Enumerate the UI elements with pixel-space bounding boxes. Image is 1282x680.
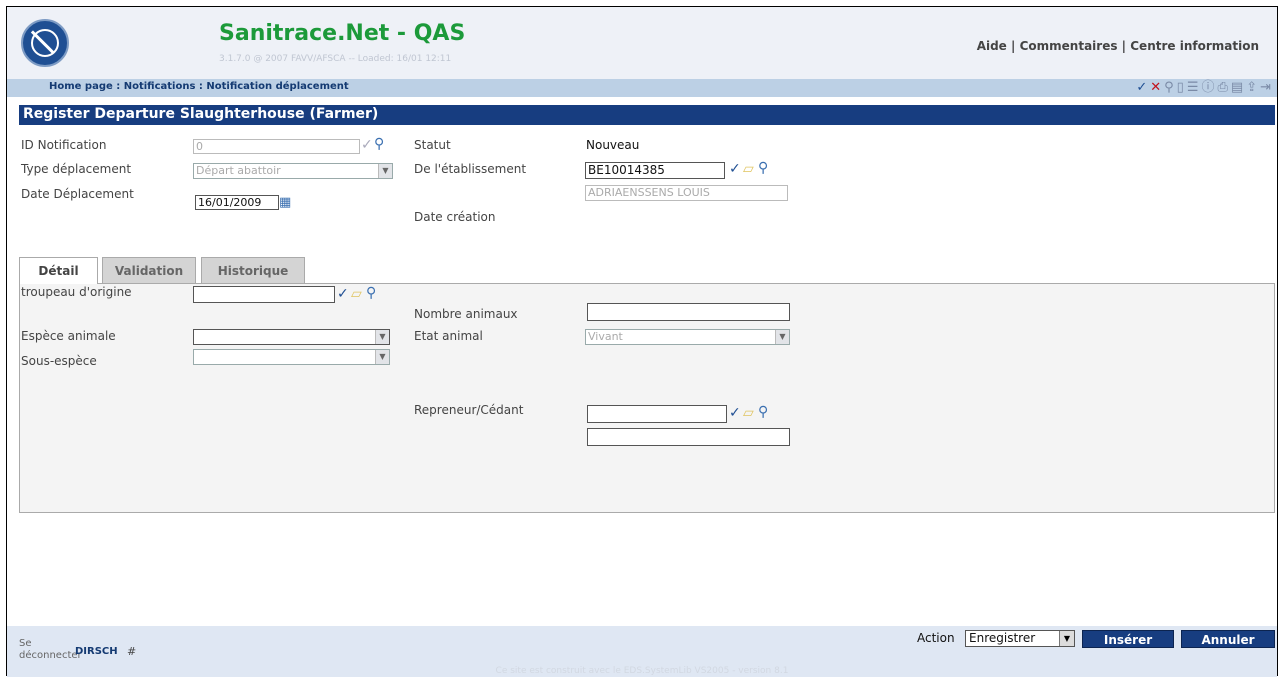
- tab-validation[interactable]: Validation: [102, 257, 196, 283]
- type-deplacement-label: Type déplacement: [21, 162, 132, 176]
- username: DIRSCH: [75, 646, 118, 657]
- action-select[interactable]: Enregistrer ▼: [965, 630, 1075, 647]
- footer-credit: Ce site est construit avec le EDS.System…: [495, 666, 789, 676]
- search-icon[interactable]: ⚲: [1164, 80, 1174, 96]
- chevron-down-icon: ▼: [375, 350, 389, 364]
- validate-repreneur-icon[interactable]: ✓: [729, 405, 741, 421]
- search-troupeau-icon[interactable]: ⚲: [366, 285, 376, 301]
- date-creation-label: Date création: [414, 210, 496, 224]
- info-center-link[interactable]: Centre information: [1130, 39, 1259, 53]
- app-header: Sanitrace.Net - QAS 3.1.7.0 @ 2007 FAVV/…: [7, 7, 1277, 79]
- folder-icon[interactable]: ▱: [743, 161, 754, 177]
- app-title: Sanitrace.Net - QAS: [219, 21, 466, 46]
- document-icon[interactable]: ▯: [1177, 80, 1184, 96]
- type-deplacement-select[interactable]: Départ abattoir ▼: [193, 163, 393, 179]
- chevron-down-icon: ▼: [1059, 631, 1074, 646]
- insert-button[interactable]: Insérer: [1082, 630, 1174, 648]
- repreneur-label: Repreneur/Cédant: [414, 403, 524, 417]
- troupeau-label: troupeau d'origine: [21, 285, 132, 299]
- chevron-down-icon: ▼: [375, 330, 389, 344]
- troupeau-field[interactable]: [193, 286, 335, 303]
- toolbar: ✓ ✕ ⚲ ▯ ☰ ⓘ ⎙ ▤ ⇪ ⇥: [1136, 80, 1271, 96]
- export-icon[interactable]: ⇪: [1246, 80, 1257, 96]
- type-deplacement-value: Départ abattoir: [196, 164, 281, 177]
- id-notification-field[interactable]: 0: [193, 139, 360, 154]
- sous-espece-select[interactable]: ▼: [193, 349, 390, 365]
- exit-icon[interactable]: ⇥: [1260, 80, 1271, 96]
- validate-etablissement-icon[interactable]: ✓: [729, 161, 741, 177]
- tab-detail[interactable]: Détail: [19, 257, 98, 284]
- nombre-animaux-field[interactable]: [587, 303, 790, 321]
- search-etablissement-icon[interactable]: ⚲: [758, 160, 768, 176]
- validate-troupeau-icon[interactable]: ✓: [337, 286, 349, 302]
- search-repreneur-icon[interactable]: ⚲: [758, 404, 768, 420]
- save-icon[interactable]: ▤: [1231, 80, 1243, 96]
- action-label: Action: [917, 631, 955, 645]
- chevron-down-icon: ▼: [775, 330, 789, 344]
- etablissement-field[interactable]: BE10014385: [585, 162, 725, 179]
- application-window: Sanitrace.Net - QAS 3.1.7.0 @ 2007 FAVV/…: [6, 6, 1278, 677]
- repreneur-field[interactable]: [587, 405, 727, 423]
- print-icon[interactable]: ⎙: [1217, 80, 1227, 96]
- search-id-icon[interactable]: ⚲: [374, 136, 384, 152]
- breadcrumb-bar: Home page : Notifications : Notification…: [7, 79, 1277, 97]
- breadcrumb[interactable]: Home page : Notifications : Notification…: [49, 81, 349, 92]
- etat-animal-select[interactable]: Vivant ▼: [585, 329, 790, 345]
- espece-label: Espèce animale: [21, 329, 116, 343]
- etat-animal-value: Vivant: [588, 330, 623, 343]
- statut-label: Statut: [414, 138, 451, 152]
- hash-link[interactable]: #: [127, 645, 136, 658]
- statut-value: Nouveau: [586, 138, 640, 152]
- validate-id-icon[interactable]: ✓: [361, 137, 373, 153]
- folder-icon[interactable]: ▱: [351, 286, 362, 302]
- sanitrace-logo: [21, 19, 69, 67]
- action-value: Enregistrer: [969, 631, 1036, 645]
- link-separator: |: [1011, 39, 1016, 53]
- top-links: Aide | Commentaires | Centre information: [977, 39, 1259, 53]
- app-version: 3.1.7.0 @ 2007 FAVV/AFSCA -- Loaded: 16/…: [219, 54, 452, 64]
- date-deplacement-label: Date Déplacement: [21, 187, 134, 201]
- tab-historique[interactable]: Historique: [201, 257, 305, 283]
- cancel-button[interactable]: Annuler: [1181, 630, 1275, 648]
- repreneur-name-field[interactable]: [587, 428, 790, 446]
- id-notification-label: ID Notification: [21, 138, 107, 152]
- logout-link[interactable]: Se déconnecter: [19, 638, 82, 662]
- footer: Se déconnecter DIRSCH # Action Enregistr…: [7, 626, 1277, 677]
- x-icon[interactable]: ✕: [1150, 80, 1161, 96]
- etablissement-name-field[interactable]: ADRIAENSSENS LOUIS: [585, 185, 788, 201]
- chevron-down-icon: ▼: [378, 164, 392, 178]
- calendar-icon[interactable]: ▦: [279, 195, 291, 211]
- check-icon[interactable]: ✓: [1136, 80, 1147, 96]
- nombre-animaux-label: Nombre animaux: [414, 307, 518, 321]
- sous-espece-label: Sous-espèce: [21, 354, 97, 368]
- folder-icon[interactable]: ▱: [743, 405, 754, 421]
- info-icon[interactable]: ⓘ: [1201, 80, 1214, 96]
- date-deplacement-field[interactable]: 16/01/2009: [195, 195, 279, 210]
- etat-animal-label: Etat animal: [414, 329, 483, 343]
- comments-link[interactable]: Commentaires: [1020, 39, 1118, 53]
- page-title-bar: Register Departure Slaughterhouse (Farme…: [19, 105, 1275, 125]
- help-link[interactable]: Aide: [977, 39, 1007, 53]
- link-separator: |: [1121, 39, 1127, 53]
- etablissement-label: De l'établissement: [414, 162, 527, 176]
- espece-select[interactable]: ▼: [193, 329, 390, 345]
- list-icon[interactable]: ☰: [1187, 80, 1199, 96]
- page-title: Register Departure Slaughterhouse (Farme…: [23, 106, 379, 122]
